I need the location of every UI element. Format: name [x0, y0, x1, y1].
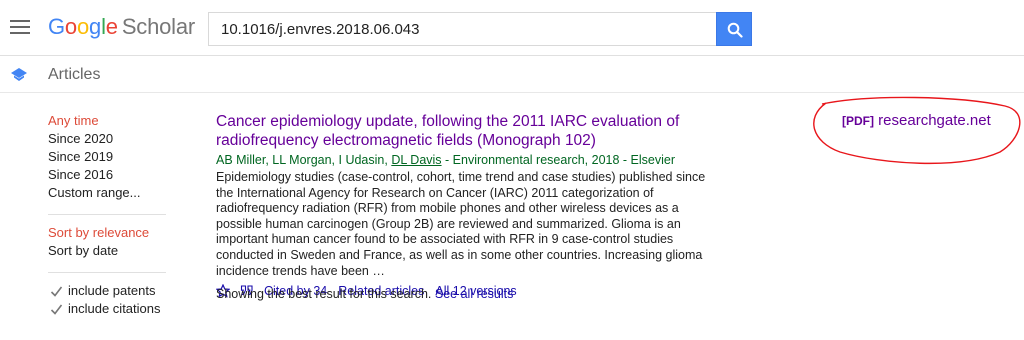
include-citations-checkbox[interactable]: include citations — [48, 300, 178, 318]
filter-any-time[interactable]: Any time — [48, 112, 178, 130]
include-patents-checkbox[interactable]: include patents — [48, 282, 178, 300]
sort-by-relevance[interactable]: Sort by relevance — [48, 224, 178, 242]
filter-since-2019[interactable]: Since 2019 — [48, 148, 178, 166]
search-button[interactable] — [716, 12, 752, 46]
articles-label: Articles — [48, 66, 101, 83]
search-icon — [727, 22, 743, 38]
checkmark-icon — [50, 303, 63, 316]
sort-by-date[interactable]: Sort by date — [48, 242, 178, 260]
articles-icon — [11, 68, 27, 81]
result-title-link[interactable]: Cancer epidemiology update, following th… — [216, 112, 706, 150]
google-scholar-logo[interactable]: Google Scholar — [48, 14, 195, 40]
see-all-results-link[interactable]: See all results — [435, 287, 514, 301]
filter-custom-range[interactable]: Custom range... — [48, 184, 178, 202]
pdf-link[interactable]: [PDF] researchgate.net — [842, 112, 991, 129]
filter-since-2016[interactable]: Since 2016 — [48, 166, 178, 184]
pdf-source: researchgate.net — [878, 112, 991, 129]
menu-icon[interactable] — [10, 20, 30, 36]
include-patents-label: include patents — [68, 283, 156, 298]
header: Google Scholar — [0, 0, 1024, 56]
divider — [48, 214, 166, 215]
divider — [48, 272, 166, 273]
include-citations-label: include citations — [68, 301, 161, 316]
search-input[interactable] — [208, 12, 716, 46]
result-authors: AB Miller, LL Morgan, I Udasin, DL Davis… — [216, 153, 675, 167]
sidebar: Any time Since 2020 Since 2019 Since 201… — [48, 112, 178, 318]
result-snippet: Epidemiology studies (case-control, coho… — [216, 170, 706, 278]
author-link[interactable]: DL Davis — [391, 153, 441, 167]
subheader: Articles — [0, 57, 1024, 93]
search-result: Cancer epidemiology update, following th… — [216, 112, 706, 300]
pdf-tag: [PDF] — [842, 114, 874, 128]
checkmark-icon — [50, 285, 63, 298]
showing-message: Showing the best result for this search.… — [216, 287, 514, 301]
filter-since-2020[interactable]: Since 2020 — [48, 130, 178, 148]
